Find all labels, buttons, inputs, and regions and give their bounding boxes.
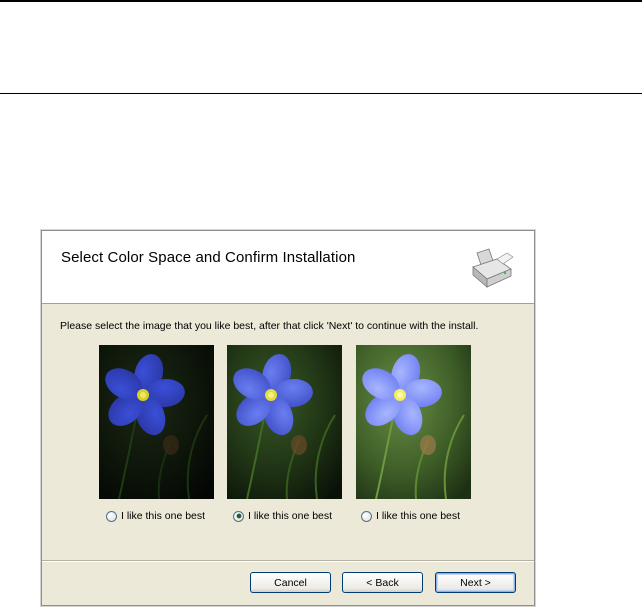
radio-label-3: I like this one best [376,510,461,522]
dialog-title: Select Color Space and Confirm Installat… [61,249,356,266]
dialog-header: Select Color Space and Confirm Installat… [42,231,534,304]
radio-option-3[interactable]: I like this one best [361,509,460,523]
flower-photo-option-1[interactable] [99,345,214,499]
radio-label-2: I like this one best [248,510,333,522]
color-space-dialog: Select Color Space and Confirm Installat… [40,229,536,607]
radio-option-2[interactable]: I like this one best [233,509,332,523]
radio-button-2[interactable] [233,510,244,522]
radio-button-3[interactable] [361,510,372,522]
flower-photo-option-2[interactable] [227,345,342,499]
radio-option-1[interactable]: I like this one best [106,509,205,523]
divider-rule [0,93,642,94]
top-rule [0,0,642,2]
radio-button-1[interactable] [106,510,117,522]
back-button[interactable]: < Back [342,572,423,593]
cancel-button[interactable]: Cancel [250,572,331,593]
radio-label-1: I like this one best [121,510,206,522]
footer-separator [42,560,534,562]
flower-photo-option-3[interactable] [356,345,471,499]
instructions-text: Please select the image that you like be… [60,320,479,332]
scanner-icon [472,248,514,288]
next-button[interactable]: Next > [435,572,516,593]
